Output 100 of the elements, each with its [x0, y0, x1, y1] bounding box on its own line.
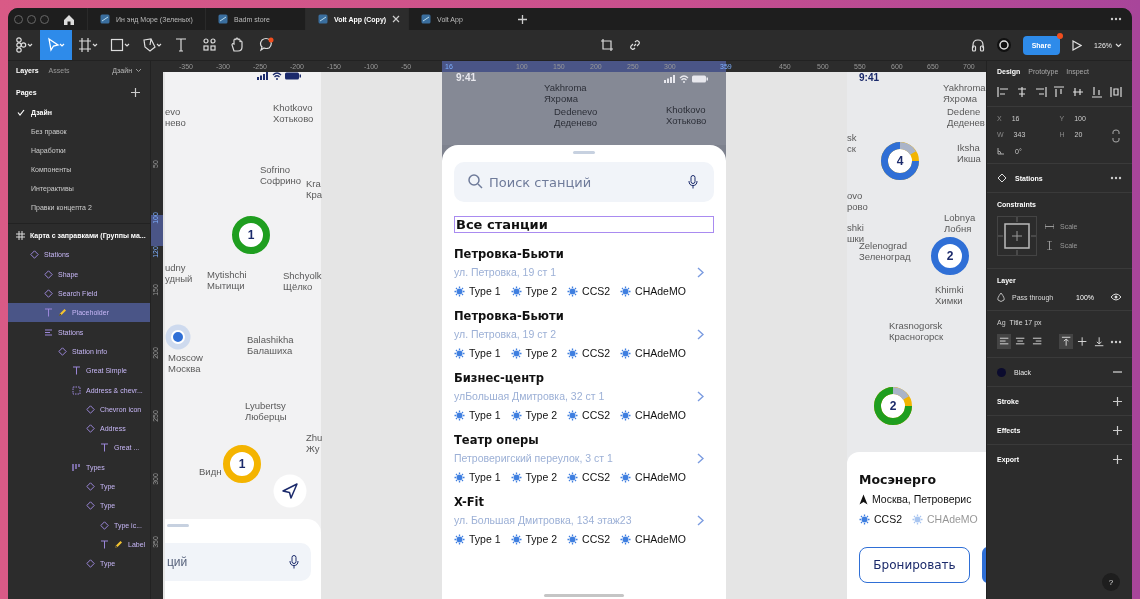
map-label: Khimki	[935, 284, 964, 295]
search-field[interactable]: ций	[165, 543, 311, 581]
close-icon[interactable]	[392, 15, 401, 23]
chevron-right-icon[interactable]	[697, 452, 704, 464]
add-page-icon[interactable]	[131, 88, 140, 97]
chevron-right-icon[interactable]	[697, 514, 704, 526]
microphone-icon[interactable]	[688, 175, 698, 189]
constrain-proportions-icon[interactable]	[1112, 129, 1120, 143]
plus-icon[interactable]	[1113, 454, 1122, 464]
chevron-right-icon[interactable]	[697, 328, 704, 340]
plus-icon[interactable]	[518, 14, 528, 24]
station-name: X-Fit	[454, 495, 485, 509]
cluster-ring-icon[interactable]	[873, 386, 913, 426]
connector-icon	[567, 409, 579, 421]
align-right-icon[interactable]	[1034, 86, 1047, 98]
navigation-button[interactable]	[273, 474, 307, 508]
sheet-handle[interactable]	[167, 524, 189, 527]
connector-icon	[510, 285, 522, 297]
map-label: shki	[847, 222, 865, 233]
connector-icon	[620, 533, 632, 545]
plus-icon[interactable]	[1113, 425, 1122, 435]
cluster-count: 1	[247, 228, 255, 242]
color-swatch[interactable]	[997, 367, 1006, 377]
connector-type: Type 1	[469, 533, 501, 545]
map-label: шки	[847, 233, 865, 244]
text-align-left-icon[interactable]	[997, 334, 1012, 349]
chevron-right-icon[interactable]	[697, 390, 704, 402]
map-label: Кра	[306, 189, 323, 200]
map-label: Khotkovo	[273, 102, 314, 113]
align-bottom-icon[interactable]	[1091, 86, 1104, 98]
play-icon[interactable]	[1072, 39, 1083, 51]
map-label: Lyubertsy	[245, 400, 287, 411]
home-icon[interactable]	[63, 13, 75, 25]
cluster-ring-icon[interactable]	[880, 141, 920, 181]
sheet-handle[interactable]	[573, 151, 595, 154]
station-name: Мосэнерго	[859, 472, 938, 487]
connector-icon	[454, 285, 465, 297]
text-layer-icon	[72, 366, 81, 376]
connector-type: Type 2	[525, 471, 558, 483]
map-label: Iksha	[957, 142, 981, 153]
connector-type: CCS2	[582, 471, 611, 483]
station-address: ул. Петровка, 19 ст 2	[454, 328, 556, 340]
map-label: Moscow	[168, 352, 203, 363]
map-label: Balashikha	[247, 334, 294, 345]
more-icon[interactable]	[1110, 339, 1122, 344]
align-left-icon[interactable]	[997, 86, 1009, 98]
connector-icon	[510, 347, 522, 359]
file-icon	[218, 14, 228, 24]
align-top-icon[interactable]	[1053, 86, 1066, 98]
search-text: ций	[167, 555, 188, 569]
station-address: ул. Петровка, 19 ст 1	[454, 266, 556, 278]
map-label: Жу	[306, 443, 321, 454]
connector-type: CHAdeMO	[635, 533, 686, 545]
map-label: Kra	[306, 178, 322, 189]
avatar-icon[interactable]	[996, 38, 1011, 52]
align-center-icon[interactable]	[1015, 86, 1028, 98]
align-middle-icon[interactable]	[1072, 86, 1085, 98]
connector-type: Type 1	[469, 347, 501, 359]
cluster-ring-icon[interactable]	[231, 215, 271, 255]
wifi-icon	[272, 72, 282, 80]
group-icon	[72, 385, 81, 395]
map-label: ск	[847, 143, 857, 154]
map-label: Лобня	[944, 223, 973, 234]
connector-type: CHAdeMO	[635, 471, 686, 483]
eye-icon[interactable]	[1110, 293, 1122, 301]
station-name: Театр оперы	[454, 433, 540, 447]
location-dot-icon	[165, 324, 191, 350]
map-label: Химки	[935, 295, 964, 306]
connector-type: CCS2	[582, 347, 611, 359]
station-address: Москва, Петроверис	[872, 493, 972, 505]
distribute-icon[interactable]	[1109, 86, 1122, 98]
connector-type: Type 2	[525, 285, 558, 297]
help-button[interactable]: ?	[1102, 573, 1120, 591]
link-icon[interactable]	[628, 38, 642, 52]
more-icon[interactable]	[1110, 17, 1122, 21]
crop-icon[interactable]	[600, 38, 614, 52]
connector-type: Type 2	[525, 533, 558, 545]
cluster-ring-icon[interactable]	[930, 236, 970, 276]
connector-type: CHAdeMO	[927, 513, 978, 525]
book-button[interactable]: Бронировать	[859, 547, 970, 583]
notification-dot	[1057, 32, 1064, 39]
chevron-right-icon[interactable]	[697, 266, 704, 278]
section-title: Все станции	[454, 216, 714, 233]
vertical-align-top-icon[interactable]	[1059, 334, 1074, 349]
constraints-widget[interactable]	[997, 216, 1037, 256]
status-time: 9:41	[456, 72, 476, 83]
microphone-icon[interactable]	[289, 555, 299, 569]
headphones-icon[interactable]	[970, 38, 985, 52]
frame-icon	[16, 231, 25, 241]
station-name: Петровка-Бьюти	[454, 309, 565, 323]
instance-icon	[58, 346, 67, 356]
map-label: Dedene	[947, 106, 982, 117]
map-label: Красногорск	[889, 331, 944, 342]
search-field[interactable]: Поиск станций	[454, 162, 714, 202]
more-icon[interactable]	[1110, 176, 1122, 180]
text-layer-icon	[100, 539, 109, 549]
connector-icon	[454, 409, 465, 421]
plus-icon[interactable]	[1113, 396, 1122, 406]
station-address: улБольшая Дмитровка, 32 ст 1	[454, 390, 605, 402]
connector-icon	[454, 471, 465, 483]
